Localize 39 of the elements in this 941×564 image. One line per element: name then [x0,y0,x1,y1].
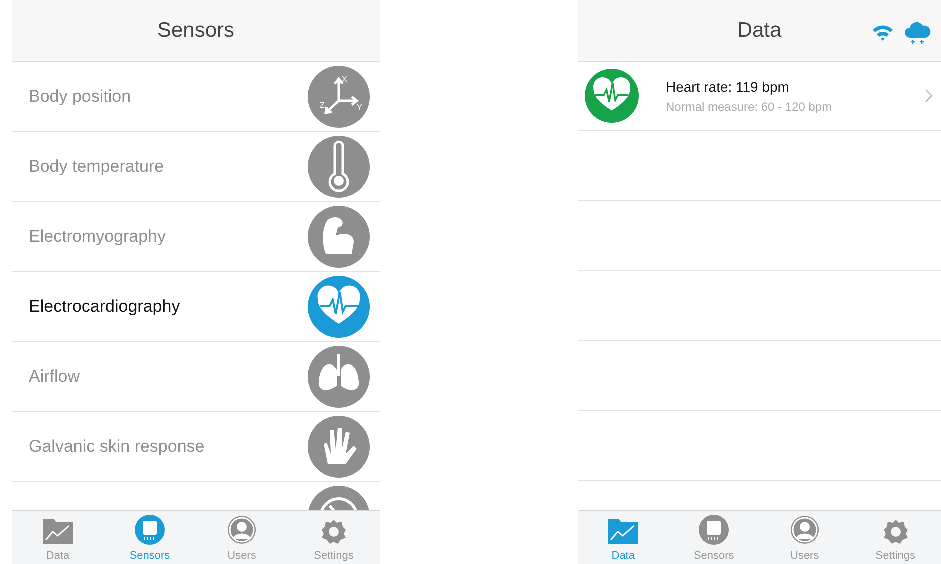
lungs-icon [308,346,370,408]
flexed-arm-icon [308,206,370,268]
reading-list-item[interactable]: Heart rate: 119 bpm Normal measure: 60 - 120 bpm [578,62,941,131]
chevron-icon [925,89,933,103]
sensor-list-item[interactable]: Body temperature [12,132,380,202]
tab-bar-item[interactable]: Data [12,511,104,564]
screen-title: Sensors [157,18,235,44]
chart-folder-icon [42,516,74,544]
heart-pulse-icon [585,69,639,123]
settings-icon [321,518,347,544]
tab-bar-item[interactable]: Settings [288,511,380,564]
settings-icon [882,518,909,544]
wifi-icon [872,24,894,41]
sensor-list-item[interactable]: Electromyography [12,202,380,272]
chip-icon [135,514,165,544]
user-icon [790,514,820,544]
sensor-list-item[interactable]: Airflow [12,342,380,412]
sensor-list-item[interactable]: Body position X Z Y [12,62,380,132]
axis-label: X [342,74,348,84]
chart-folder-icon [607,516,640,544]
user-icon [227,514,257,544]
reading-subtitle: Normal measure: 60 - 120 bpm [666,98,834,116]
reading-title: Heart rate: 119 bpm [666,78,790,97]
hand-icon [308,416,370,478]
screen-title: Data [737,18,782,44]
tab-bar-item[interactable]: Users [196,511,288,564]
thermometer-icon [308,136,370,198]
sensor-list-item[interactable]: Galvanic skin response [12,412,380,482]
sensor-list-item[interactable]: Electrocardiography [12,272,380,342]
chip-icon [699,514,730,544]
axis-label: Z [320,100,325,110]
tab-bar-item[interactable]: Users [760,511,850,564]
tab-bar-item[interactable]: Sensors [104,511,196,564]
axis-label: Y [357,102,362,112]
tab-bar-item[interactable]: Data [578,511,669,564]
tab-bar-item[interactable]: Sensors [668,511,760,564]
tab-bar-item[interactable]: Settings [850,511,941,564]
heart-pulse-icon [308,276,370,338]
cloud-icon [905,20,931,46]
